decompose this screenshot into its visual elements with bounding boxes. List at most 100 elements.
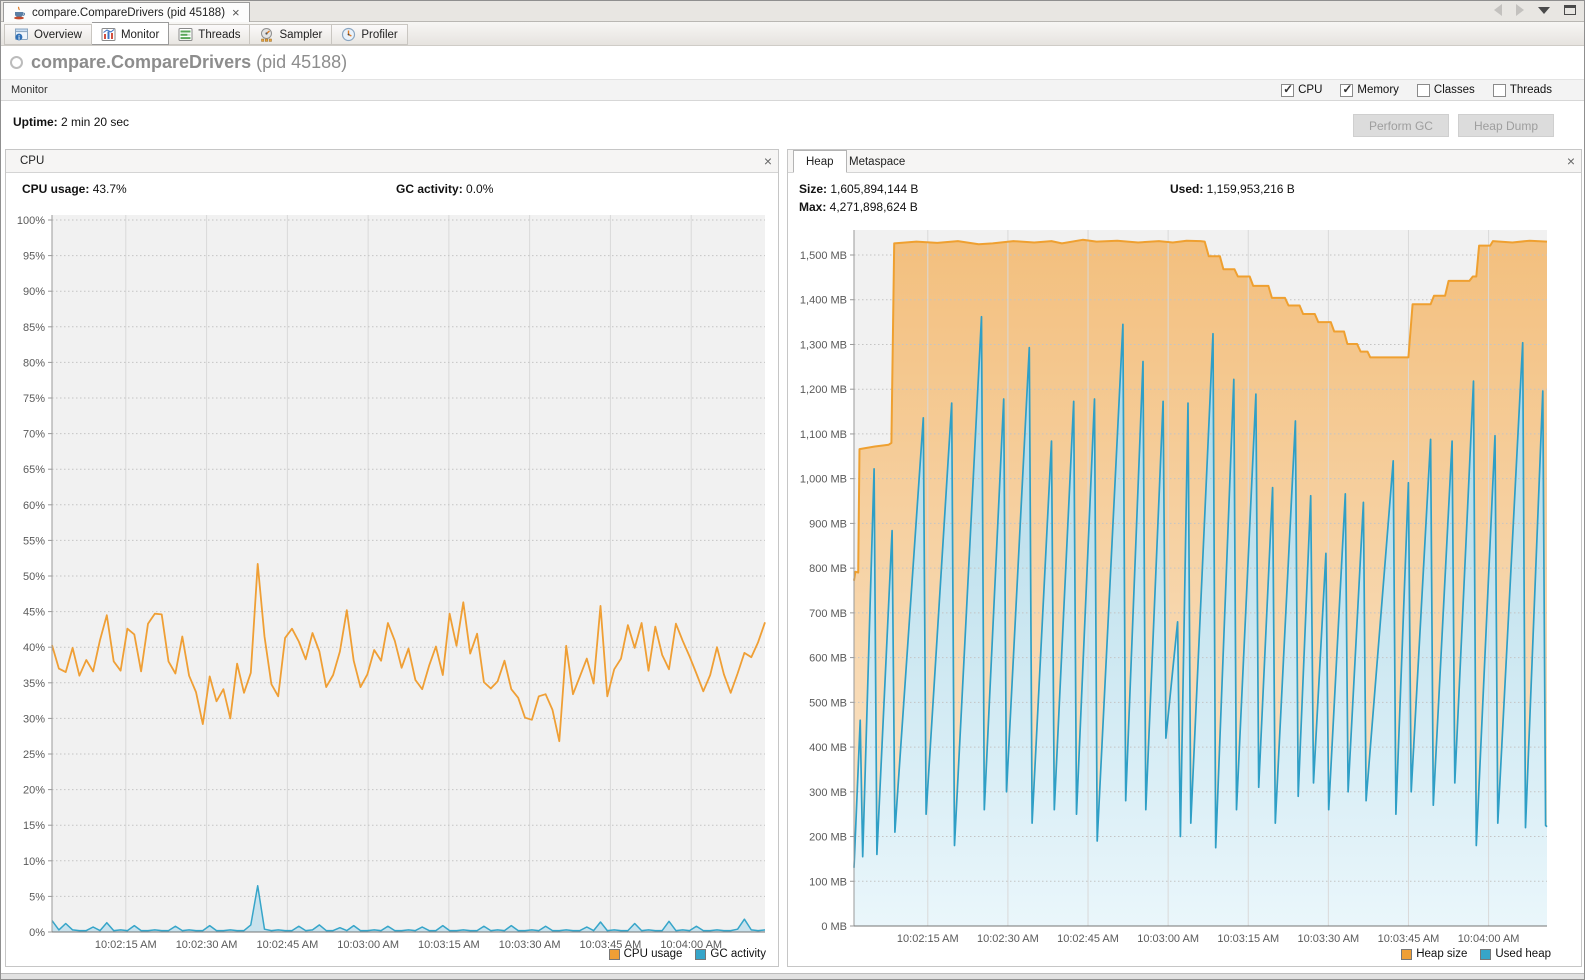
cpu-usage-stat: CPU usage: 43.7% (22, 182, 127, 196)
svg-text:20%: 20% (23, 785, 45, 797)
svg-text:10:04:00 AM: 10:04:00 AM (1458, 933, 1520, 945)
svg-text:75%: 75% (23, 393, 45, 405)
gc-activity-stat-label: GC activity: (396, 182, 463, 196)
checkbox-cpu-label: CPU (1298, 84, 1322, 96)
heap-dump-button[interactable]: Heap Dump (1458, 114, 1554, 137)
tab-heap-label: Heap (806, 156, 834, 168)
svg-text:60%: 60% (23, 500, 45, 512)
cpu-usage-swatch (609, 949, 620, 960)
cpu-panel: CPU × CPU usage: 43.7% GC activity: 0.0%… (5, 149, 779, 967)
legend-item-cpu-usage: CPU usage (609, 948, 683, 960)
heap-panel-close-icon[interactable]: × (1567, 153, 1575, 169)
cpu-chart: 0%5%10%15%20%25%30%35%40%45%50%55%60%65%… (6, 208, 778, 968)
tab-monitor[interactable]: Monitor (92, 22, 169, 45)
tab-profiler-label: Profiler (361, 29, 397, 41)
tab-overview-label: Overview (34, 29, 82, 41)
threads-icon (178, 27, 193, 42)
svg-text:10:03:00 AM: 10:03:00 AM (337, 939, 399, 951)
profiler-icon (341, 27, 356, 42)
svg-text:65%: 65% (23, 464, 45, 476)
svg-text:10:03:30 AM: 10:03:30 AM (499, 939, 561, 951)
uptime-row: Uptime: 2 min 20 sec Perform GC Heap Dum… (1, 101, 1584, 146)
heap-used-stat: Used: 1,159,953,216 B (1170, 182, 1295, 196)
window-bottom-edge (1, 973, 1584, 979)
uptime-value: 2 min 20 sec (61, 115, 129, 129)
svg-text:15%: 15% (23, 820, 45, 832)
heap-size-legend-label: Heap size (1416, 948, 1467, 960)
svg-text:i: i (18, 34, 20, 41)
checkbox-classes-box[interactable] (1417, 84, 1430, 97)
heap-chart-legend: Heap size Used heap (1401, 948, 1551, 960)
heap-size-swatch (1401, 949, 1412, 960)
history-forward-icon[interactable] (1516, 4, 1524, 16)
svg-text:900 MB: 900 MB (809, 518, 847, 530)
svg-text:500 MB: 500 MB (809, 697, 847, 709)
heap-panel: Heap Metaspace × Size: 1,605,894,144 B M… (787, 149, 1582, 967)
page-title: compare.CompareDrivers (pid 45188) (31, 52, 347, 73)
history-back-icon[interactable] (1494, 4, 1502, 16)
maximize-view-icon[interactable] (1564, 5, 1576, 15)
svg-text:10:02:45 AM: 10:02:45 AM (1057, 933, 1119, 945)
tab-monitor-label: Monitor (121, 29, 159, 41)
tab-metaspace[interactable]: Metaspace (837, 150, 917, 173)
tab-overview[interactable]: i Overview (4, 24, 92, 45)
checkbox-threads-box[interactable] (1493, 84, 1506, 97)
svg-text:1,100 MB: 1,100 MB (800, 429, 847, 441)
document-tab[interactable]: compare.CompareDrivers (pid 45188) × (3, 2, 250, 22)
svg-text:200 MB: 200 MB (809, 832, 847, 844)
document-tab-title: compare.CompareDrivers (pid 45188) (32, 7, 225, 19)
heap-usage-chart: 0 MB100 MB200 MB300 MB400 MB500 MB600 MB… (788, 212, 1581, 968)
overview-icon: i (14, 27, 29, 42)
svg-text:10%: 10% (23, 856, 45, 868)
tab-metaspace-label: Metaspace (849, 156, 905, 168)
checkbox-cpu-box[interactable] (1281, 84, 1294, 97)
checkbox-threads-label: Threads (1510, 84, 1552, 96)
document-tab-close-icon[interactable]: × (230, 8, 242, 18)
checkbox-memory-box[interactable] (1340, 84, 1353, 97)
svg-text:800 MB: 800 MB (809, 563, 847, 575)
svg-text:600 MB: 600 MB (809, 653, 847, 665)
svg-text:10:02:15 AM: 10:02:15 AM (897, 933, 959, 945)
svg-text:30%: 30% (23, 713, 45, 725)
checkbox-classes[interactable]: Classes (1417, 84, 1475, 97)
svg-text:0%: 0% (29, 927, 45, 939)
application-title-row: compare.CompareDrivers (pid 45188) (1, 46, 1584, 79)
tab-list-dropdown-icon[interactable] (1538, 7, 1550, 14)
checkbox-threads[interactable]: Threads (1493, 84, 1552, 97)
document-tab-bar: compare.CompareDrivers (pid 45188) × (1, 1, 1584, 22)
svg-text:10:03:45 AM: 10:03:45 AM (1378, 933, 1440, 945)
svg-text:95%: 95% (23, 251, 45, 263)
svg-text:10:02:30 AM: 10:02:30 AM (176, 939, 238, 951)
tab-sampler-label: Sampler (279, 29, 322, 41)
svg-text:1,500 MB: 1,500 MB (800, 250, 847, 262)
legend-item-used-heap: Used heap (1480, 948, 1551, 960)
tab-sampler[interactable]: Sampler (250, 24, 332, 45)
svg-text:80%: 80% (23, 357, 45, 369)
svg-text:400 MB: 400 MB (809, 742, 847, 754)
svg-text:300 MB: 300 MB (809, 787, 847, 799)
heap-used-stat-label: Used: (1170, 182, 1203, 196)
cpu-usage-stat-label: CPU usage: (22, 182, 89, 196)
monitor-section-label: Monitor (11, 84, 48, 96)
cpu-panel-close-icon[interactable]: × (764, 153, 772, 169)
page-title-pid: (pid 45188) (251, 52, 347, 72)
cpu-usage-legend-label: CPU usage (624, 948, 683, 960)
tab-threads[interactable]: Threads (169, 24, 250, 45)
monitor-icon (101, 27, 116, 42)
used-heap-swatch (1480, 949, 1491, 960)
legend-item-gc-activity: GC activity (695, 948, 766, 960)
tab-profiler[interactable]: Profiler (332, 24, 407, 45)
checkbox-memory[interactable]: Memory (1340, 84, 1399, 97)
java-application-icon (11, 5, 27, 21)
page-title-name: compare.CompareDrivers (31, 52, 251, 72)
perform-gc-button[interactable]: Perform GC (1353, 114, 1449, 137)
cpu-usage-stat-value: 43.7% (89, 182, 126, 196)
svg-text:1,400 MB: 1,400 MB (800, 295, 847, 307)
svg-text:700 MB: 700 MB (809, 608, 847, 620)
svg-text:50%: 50% (23, 571, 45, 583)
checkbox-memory-label: Memory (1357, 84, 1399, 96)
svg-text:100%: 100% (17, 215, 45, 227)
checkbox-cpu[interactable]: CPU (1281, 84, 1322, 97)
visualvm-window: compare.CompareDrivers (pid 45188) × i O… (0, 0, 1585, 980)
svg-text:0 MB: 0 MB (821, 921, 847, 933)
